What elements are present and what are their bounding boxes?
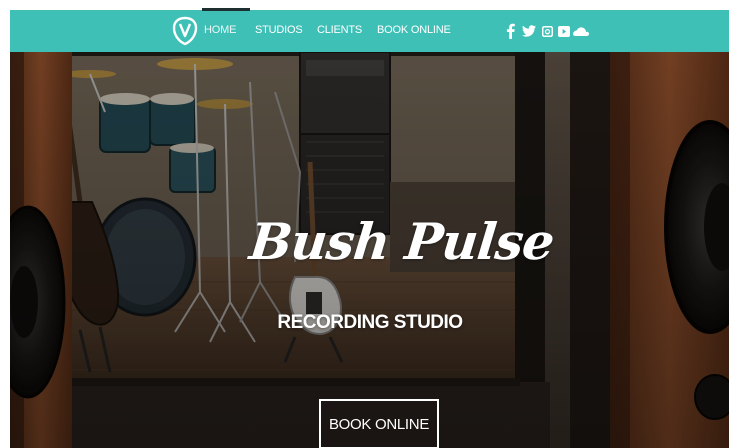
page: HOME STUDIOS CLIENTS BOOK ONLINE Bush Pu… [0,0,736,448]
logo-icon[interactable] [171,16,199,46]
studio-subtitle: RECORDING STUDIO [277,312,463,333]
soundcloud-icon[interactable] [573,23,589,39]
nav-book-online[interactable]: BOOK ONLINE [377,24,451,36]
nav-studios[interactable]: STUDIOS [255,24,303,36]
book-online-button-label: BOOK ONLINE [328,415,430,433]
top-nav-bar: HOME STUDIOS CLIENTS BOOK ONLINE [10,8,729,52]
youtube-icon[interactable] [558,23,570,39]
book-online-button[interactable]: BOOK ONLINE [319,399,439,448]
facebook-icon[interactable] [506,23,515,39]
active-nav-indicator [202,8,250,11]
nav-home[interactable]: HOME [204,24,236,36]
twitter-icon[interactable] [522,23,536,39]
nav-clients[interactable]: CLIENTS [317,24,362,36]
studio-name-title: Bush Pulse [246,212,557,271]
hero-banner: Bush Pulse RECORDING STUDIO BOOK ONLINE [10,52,729,448]
instagram-icon[interactable] [542,23,553,39]
